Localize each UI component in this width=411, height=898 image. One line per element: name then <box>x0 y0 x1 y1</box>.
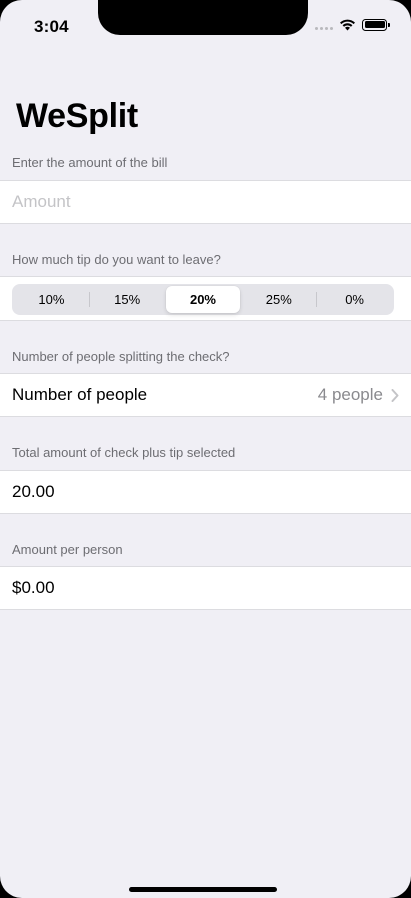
app-screen: 3:04 WeSplit Enter the amount of the bil… <box>0 0 411 898</box>
number-of-people-label: Number of people <box>12 385 148 404</box>
amount-placeholder: Amount <box>12 192 71 211</box>
tip-section-header: How much tip do you want to leave? <box>12 252 221 267</box>
status-time: 3:04 <box>34 17 69 36</box>
total-section-header: Total amount of check plus tip selected <box>12 445 236 460</box>
number-of-people-value: 4 people <box>317 385 383 404</box>
per-person-row: $0.00 <box>0 566 411 610</box>
tip-option-15[interactable]: 15% <box>90 286 165 313</box>
cellular-signal-icon <box>315 27 333 30</box>
number-of-people-value-group: 4 people <box>318 385 399 405</box>
tip-option-0[interactable]: 0% <box>317 286 392 313</box>
tip-option-25[interactable]: 25% <box>241 286 316 313</box>
total-amount-value: 20.00 <box>12 482 55 501</box>
bill-section-header: Enter the amount of the bill <box>12 155 168 170</box>
amount-field[interactable]: Amount <box>0 180 411 224</box>
people-section-header: Number of people splitting the check? <box>12 349 230 364</box>
per-person-section-header: Amount per person <box>12 542 123 557</box>
number-of-people-picker[interactable]: Number of people 4 people <box>0 373 411 417</box>
chevron-right-icon <box>391 388 399 402</box>
status-icons <box>315 18 390 31</box>
page-title: WeSplit <box>16 97 138 135</box>
home-indicator[interactable] <box>129 887 277 892</box>
per-person-value: $0.00 <box>12 578 55 597</box>
tip-segmented-control[interactable]: 10% 15% 20% 25% 0% <box>12 284 394 315</box>
tip-option-20[interactable]: 20% <box>165 286 241 313</box>
total-amount-row: 20.00 <box>0 470 411 514</box>
tip-option-10[interactable]: 10% <box>14 286 89 313</box>
device-notch <box>98 0 308 35</box>
battery-icon <box>362 18 390 31</box>
wifi-icon <box>340 19 355 31</box>
